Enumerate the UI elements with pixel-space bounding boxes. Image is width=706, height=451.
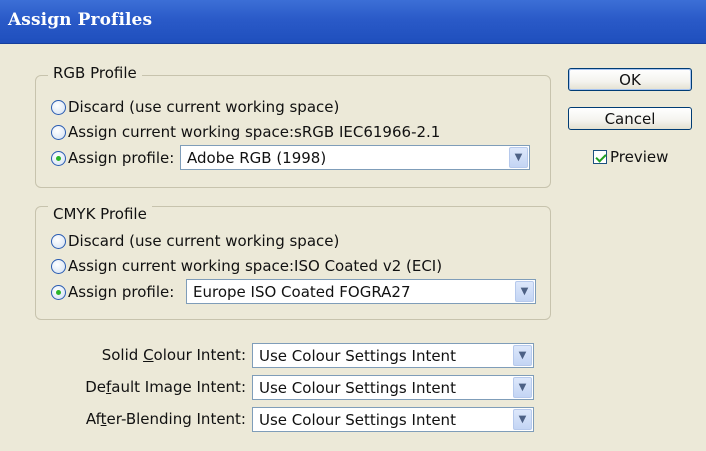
preview-label: Preview — [610, 148, 669, 166]
radio-icon[interactable] — [51, 124, 66, 140]
cmyk-assign-working-option[interactable]: Assign current working space:ISO Coated … — [51, 257, 442, 275]
cmyk-profile-select[interactable]: Europe ISO Coated FOGRA27 ▼ — [186, 279, 536, 304]
radio-icon[interactable] — [51, 258, 66, 274]
radio-label: Assign current working space:sRGB IEC619… — [68, 123, 441, 141]
chevron-down-icon[interactable]: ▼ — [513, 345, 532, 366]
rgb-group-label: RGB Profile — [48, 64, 142, 82]
cmyk-discard-option[interactable]: Discard (use current working space) — [51, 232, 339, 250]
radio-label: Discard (use current working space) — [68, 98, 340, 116]
cancel-button[interactable]: Cancel — [568, 107, 692, 130]
solid-colour-intent-value: Use Colour Settings Intent — [259, 346, 456, 365]
radio-label: Discard (use current working space) — [68, 232, 340, 250]
radio-icon[interactable] — [51, 150, 66, 166]
default-image-intent-label: Default Image Intent: — [85, 378, 246, 396]
radio-icon[interactable] — [51, 99, 66, 115]
rgb-assign-working-option[interactable]: Assign current working space:sRGB IEC619… — [51, 123, 440, 141]
radio-label: Assign current working space:ISO Coated … — [68, 257, 443, 275]
rgb-profile-value: Adobe RGB (1998) — [187, 148, 327, 167]
assign-profiles-dialog: Assign Profiles RGB Profile Discard (use… — [0, 0, 706, 451]
cmyk-assign-profile-option[interactable]: Assign profile: — [51, 283, 174, 301]
chevron-down-icon[interactable]: ▼ — [515, 281, 534, 302]
cmyk-profile-value: Europe ISO Coated FOGRA27 — [193, 282, 411, 301]
rgb-profile-select[interactable]: Adobe RGB (1998) ▼ — [180, 145, 530, 170]
title-bar: Assign Profiles — [0, 0, 706, 44]
radio-icon[interactable] — [51, 284, 66, 300]
rgb-discard-option[interactable]: Discard (use current working space) — [51, 98, 339, 116]
checkbox-icon[interactable] — [593, 150, 607, 164]
after-blending-intent-value: Use Colour Settings Intent — [259, 410, 456, 429]
rgb-assign-profile-option[interactable]: Assign profile: — [51, 149, 174, 167]
preview-checkbox-row[interactable]: Preview — [593, 148, 668, 166]
after-blending-intent-label: After-Blending Intent: — [85, 410, 246, 428]
radio-icon[interactable] — [51, 233, 66, 249]
chevron-down-icon[interactable]: ▼ — [513, 409, 532, 430]
chevron-down-icon[interactable]: ▼ — [509, 147, 528, 168]
solid-colour-intent-label: Solid Colour Intent: — [101, 346, 246, 364]
dialog-title: Assign Profiles — [8, 10, 153, 30]
solid-colour-intent-select[interactable]: Use Colour Settings Intent ▼ — [252, 343, 534, 368]
ok-button[interactable]: OK — [568, 68, 692, 91]
default-image-intent-value: Use Colour Settings Intent — [259, 378, 456, 397]
chevron-down-icon[interactable]: ▼ — [513, 377, 532, 398]
default-image-intent-select[interactable]: Use Colour Settings Intent ▼ — [252, 375, 534, 400]
radio-label: Assign profile: — [68, 283, 175, 301]
radio-label: Assign profile: — [68, 149, 175, 167]
cmyk-group-label: CMYK Profile — [48, 205, 152, 223]
after-blending-intent-select[interactable]: Use Colour Settings Intent ▼ — [252, 407, 534, 432]
